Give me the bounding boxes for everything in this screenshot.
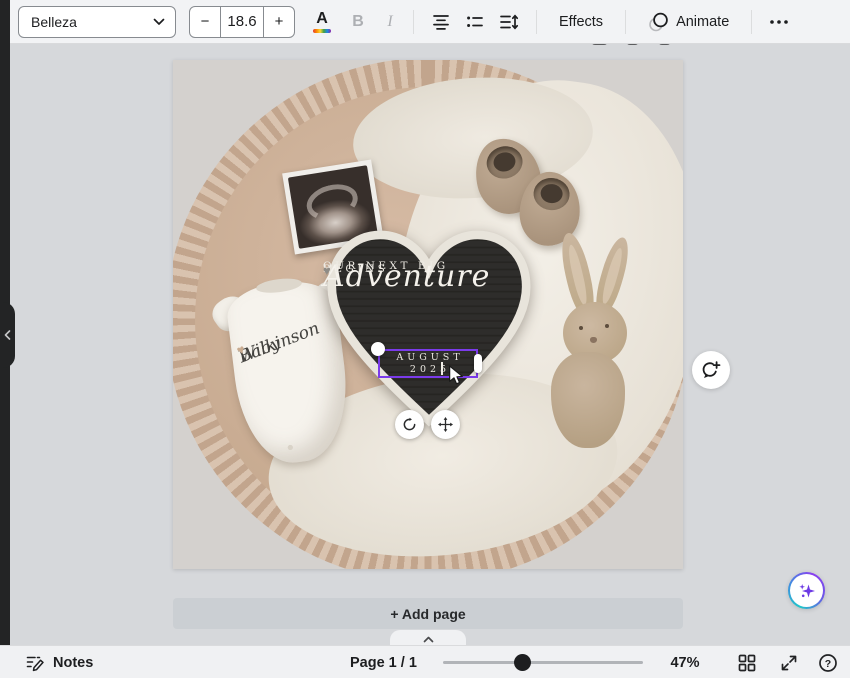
chevron-up-icon: [423, 636, 434, 643]
font-family-value: Belleza: [31, 14, 77, 30]
font-size-stepper: − 18.6 +: [189, 6, 295, 38]
selection-corner-handle[interactable]: [371, 342, 385, 356]
mouse-cursor: [448, 365, 464, 390]
animate-label: Animate: [676, 14, 729, 30]
increase-font-size-button[interactable]: +: [263, 7, 294, 37]
zoom-slider-knob[interactable]: [514, 654, 531, 671]
toolbar-divider: [751, 10, 752, 34]
text-color-button[interactable]: A: [307, 6, 337, 38]
font-size-value[interactable]: 18.6: [221, 7, 263, 37]
toolbar-divider: [413, 10, 414, 34]
design-page-canvas[interactable]: Baby Wilkinson ♥ OUR NEXT BIG Adventure …: [173, 60, 683, 569]
help-button[interactable]: ?: [814, 646, 842, 678]
rotate-button[interactable]: [395, 410, 424, 439]
heart-letterboard: [321, 222, 537, 438]
decrease-font-size-button[interactable]: −: [190, 7, 221, 37]
more-options-button[interactable]: [762, 6, 796, 38]
chevron-down-icon: [153, 18, 165, 26]
bulleted-list-icon: [465, 13, 485, 31]
page-indicator[interactable]: Page 1 / 1: [350, 646, 417, 678]
ellipsis-icon: [769, 19, 789, 25]
fullscreen-icon: [780, 654, 798, 672]
effects-button[interactable]: Effects: [547, 6, 615, 38]
fullscreen-button[interactable]: [775, 646, 803, 678]
italic-button[interactable]: I: [377, 6, 403, 38]
text-color-icon: A: [316, 11, 328, 27]
notes-button[interactable]: Notes: [26, 646, 93, 678]
notes-icon: [26, 654, 45, 672]
grid-view-button[interactable]: [733, 646, 761, 678]
notes-label: Notes: [53, 655, 93, 671]
line-spacing-icon: [499, 13, 519, 31]
comment-plus-icon: [700, 359, 722, 381]
collapse-footer-tab[interactable]: [390, 630, 466, 646]
zoom-slider-track: [443, 661, 643, 664]
text-caret: [441, 362, 443, 375]
zoom-slider[interactable]: [443, 646, 643, 678]
grid-view-icon: [738, 654, 756, 672]
sidebar-expand-tab[interactable]: [0, 302, 15, 368]
toolbar-divider: [625, 10, 626, 34]
line-spacing-button[interactable]: [494, 6, 524, 38]
chevron-left-icon: [4, 330, 11, 340]
board-heart: ♥: [323, 264, 331, 278]
animate-button[interactable]: Animate: [636, 6, 741, 38]
animate-icon: [648, 12, 669, 32]
text-format-toolbar: Belleza − 18.6 + A B I: [10, 0, 850, 44]
bulleted-list-button[interactable]: [460, 6, 490, 38]
knit-bunny-body: [551, 352, 625, 448]
add-page-button[interactable]: + Add page: [173, 598, 683, 629]
move-icon: [438, 417, 453, 432]
canva-assistant-button[interactable]: [788, 572, 825, 609]
zoom-percent[interactable]: 47%: [663, 646, 707, 678]
question-icon: ?: [818, 653, 838, 673]
sparkles-icon: [795, 579, 819, 603]
rainbow-color-bar: [313, 29, 331, 33]
bold-button[interactable]: B: [345, 6, 371, 38]
toolbar-divider: [536, 10, 537, 34]
board-line3: BEGINS: [323, 263, 388, 275]
text-align-button[interactable]: [426, 6, 456, 38]
canva-editor-window: Belleza − 18.6 + A B I: [0, 0, 850, 678]
selection-side-handle[interactable]: [474, 354, 482, 373]
rotate-icon: [402, 417, 417, 432]
selected-text-line1: AUGUST: [392, 352, 463, 364]
svg-text:?: ?: [825, 657, 831, 669]
move-button[interactable]: [431, 410, 460, 439]
bunny-nose: [590, 337, 597, 343]
align-center-icon: [431, 13, 451, 31]
selected-text-line2: 2025: [406, 364, 450, 376]
font-family-select[interactable]: Belleza: [18, 6, 176, 38]
status-bar: Notes Page 1 / 1 47%: [0, 645, 850, 678]
add-comment-button[interactable]: [692, 351, 730, 389]
